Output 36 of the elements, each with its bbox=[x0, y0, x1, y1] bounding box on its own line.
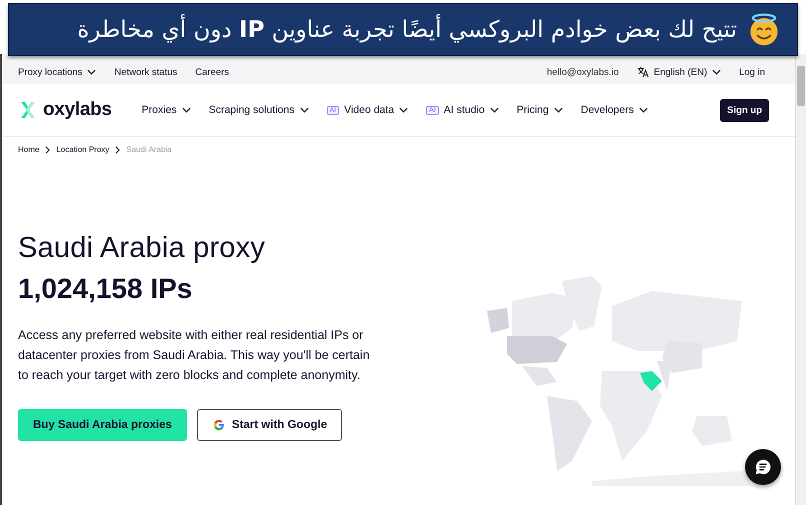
top-link[interactable]: Proxy locations bbox=[18, 66, 96, 78]
chat-button[interactable] bbox=[745, 449, 781, 485]
breadcrumb-link[interactable]: Home bbox=[18, 145, 40, 154]
google-g-icon bbox=[212, 418, 226, 432]
top-link[interactable]: Network status bbox=[114, 66, 178, 78]
login-link[interactable]: Log in bbox=[739, 66, 765, 78]
cta-button[interactable]: Buy Saudi Arabia proxies bbox=[18, 409, 187, 441]
scrollbar[interactable] bbox=[795, 54, 806, 505]
nav-menu-item[interactable]: Developers bbox=[580, 104, 648, 116]
caret-icon bbox=[399, 107, 408, 113]
chevron-icon bbox=[45, 146, 50, 154]
caret-icon bbox=[554, 107, 563, 113]
nav-menu-item[interactable]: Pricing bbox=[516, 104, 563, 116]
caret-icon bbox=[638, 107, 648, 113]
nav-menu-item[interactable]: Scraping solutions bbox=[208, 104, 308, 116]
nav-menu-item[interactable]: Proxies bbox=[142, 104, 191, 116]
description: Access any preferred website with either real residential IPs or datacenter proxies from Saudi Arabia. This way you'll be certain to reach your target with zero blocks and complete anonymity. bbox=[18, 327, 370, 384]
ip-count: 1,024,158 IPs bbox=[18, 273, 194, 305]
caret-icon bbox=[87, 69, 96, 75]
translate-icon bbox=[636, 66, 649, 78]
scrollbar-thumb[interactable] bbox=[797, 66, 805, 106]
caret-icon bbox=[182, 107, 191, 113]
logo-x-icon bbox=[18, 100, 38, 120]
language-selector[interactable]: English (EN) bbox=[636, 66, 722, 78]
page-title: Saudi Arabia proxy bbox=[18, 232, 266, 265]
cta-button[interactable]: Start with Google bbox=[196, 409, 342, 441]
caret-icon bbox=[490, 107, 499, 113]
sign-up-button[interactable]: Sign up bbox=[720, 98, 769, 122]
chat-icon bbox=[754, 458, 772, 476]
email-link[interactable]: hello@oxylabs.io bbox=[546, 66, 619, 78]
top-link[interactable]: Careers bbox=[195, 66, 230, 78]
logo-text: oxylabs bbox=[43, 99, 112, 121]
caret-icon bbox=[300, 107, 308, 113]
caret-icon bbox=[712, 69, 722, 75]
chevron-icon bbox=[115, 146, 120, 154]
breadcrumb-link[interactable]: Location Proxy bbox=[56, 145, 110, 154]
